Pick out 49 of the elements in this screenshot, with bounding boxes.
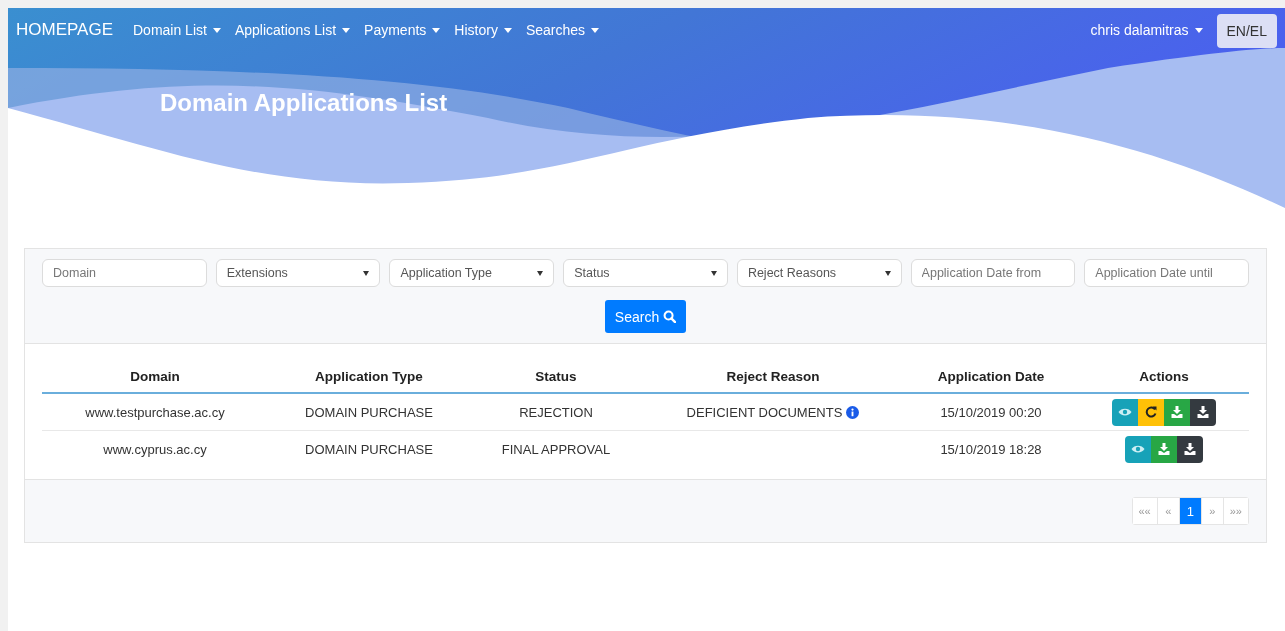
download-icon: [1171, 406, 1183, 418]
nav-menu[interactable]: Searches: [525, 22, 600, 38]
input-field[interactable]: Domain: [42, 259, 207, 287]
column-header: Application Date: [936, 368, 1046, 384]
search-icon: [663, 310, 677, 323]
table-cell-text: www.cyprus.ac.cy: [102, 441, 208, 457]
action-button[interactable]: [1190, 398, 1216, 426]
table-cell-text: 15/10/2019 18:28: [939, 441, 1043, 457]
action-button[interactable]: [1177, 435, 1203, 463]
eye-icon: [1118, 407, 1132, 417]
column-header: Reject Reason: [725, 368, 821, 384]
language-button[interactable]: EN/EL: [1216, 14, 1277, 48]
download-icon: [1158, 443, 1170, 455]
column-header: Actions: [1138, 368, 1190, 384]
table-cell-text: REJECTION: [518, 404, 594, 420]
select-field[interactable]: Application Type: [389, 259, 555, 287]
eye-icon: [1131, 444, 1145, 454]
table-cell-text: DOMAIN PURCHASE: [304, 441, 434, 457]
search-button[interactable]: Search: [604, 300, 687, 333]
column-header: Status: [534, 368, 578, 384]
table-cell-text: 15/10/2019 00:20: [939, 404, 1043, 420]
column-header: Application Type: [314, 368, 424, 384]
download-icon: [1184, 443, 1196, 455]
info-icon[interactable]: [846, 405, 860, 419]
brand-link[interactable]: HOMEPAGE: [16, 20, 113, 40]
select-field[interactable]: Reject Reasons: [736, 259, 902, 287]
select-field[interactable]: Extensions: [215, 259, 381, 287]
input-field[interactable]: Application Date from: [910, 259, 1076, 287]
page-title: Domain Applications List: [160, 89, 449, 117]
column-header: Domain: [129, 368, 181, 384]
input-field[interactable]: Application Date until: [1084, 259, 1250, 287]
select-field[interactable]: Status: [563, 259, 728, 287]
page-link[interactable]: 1: [1178, 498, 1201, 524]
page-link[interactable]: ««: [1132, 498, 1157, 524]
page-link[interactable]: »: [1200, 498, 1223, 524]
table-cell-text: DOMAIN PURCHASE: [304, 404, 434, 420]
table-cell-text: FINAL APPROVAL: [500, 441, 612, 457]
table-cell-text: www.testpurchase.ac.cy: [84, 404, 226, 420]
page-link[interactable]: »»: [1222, 498, 1248, 524]
table-cell: DEFICIENT DOCUMENTS: [686, 404, 843, 420]
nav-menu[interactable]: Payments: [364, 22, 441, 38]
reload-icon: [1145, 406, 1157, 418]
download-icon: [1197, 406, 1209, 418]
action-button[interactable]: [1138, 398, 1164, 426]
page-link[interactable]: «: [1156, 498, 1179, 524]
nav-menu[interactable]: Applications List: [234, 22, 351, 38]
nav-menu[interactable]: Domain List: [133, 22, 221, 38]
nav-menu[interactable]: History: [454, 22, 512, 38]
user-menu[interactable]: chris dalamitras: [1090, 22, 1203, 38]
